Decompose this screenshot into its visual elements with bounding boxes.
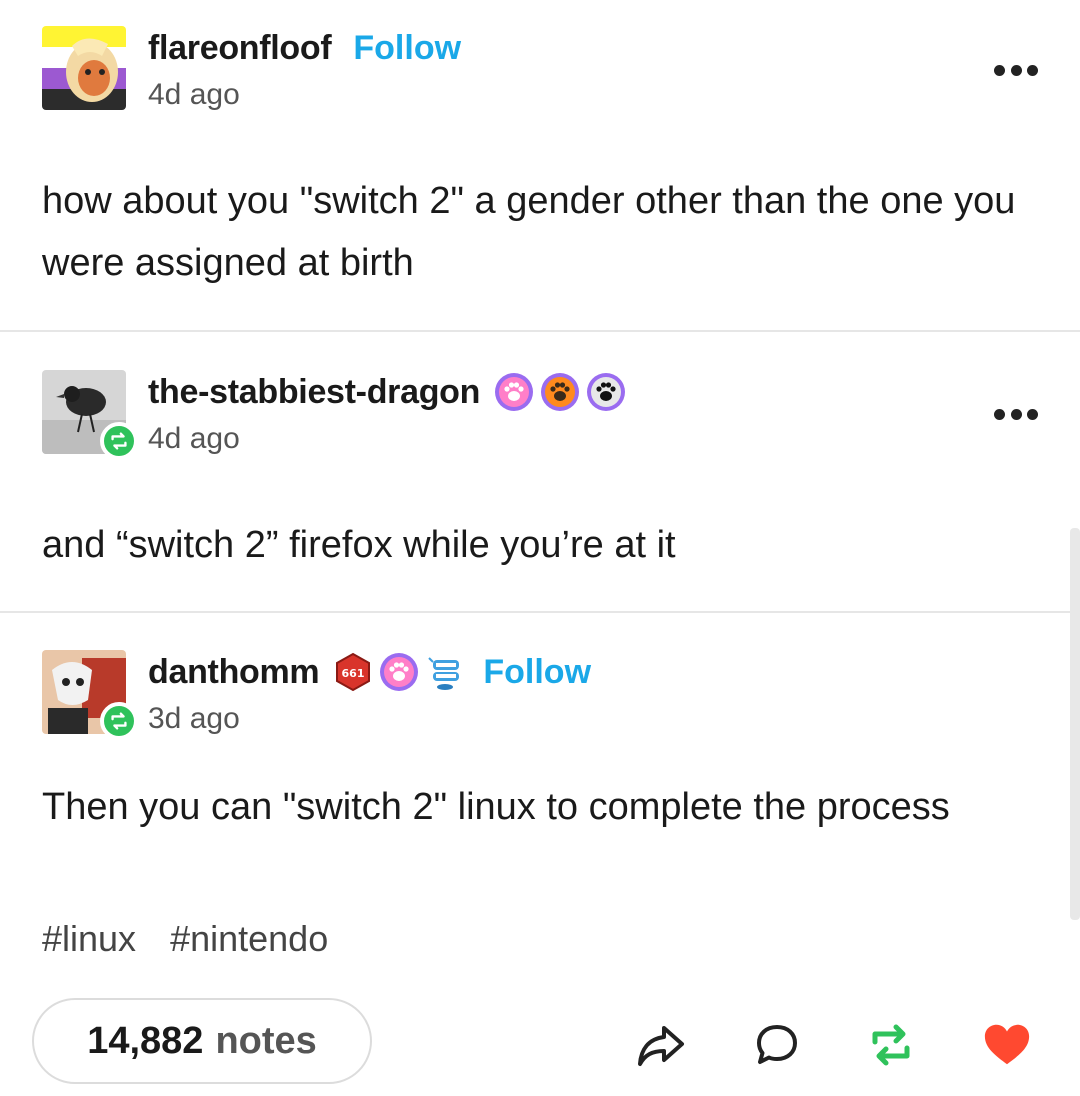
tag-nintendo[interactable]: #nintendo — [170, 918, 328, 960]
timestamp: 4d ago — [148, 78, 240, 111]
badges — [488, 372, 626, 412]
black-paw-badge-icon[interactable] — [586, 372, 626, 412]
pink-paw-badge-icon[interactable] — [379, 652, 419, 692]
more-options-icon[interactable] — [994, 64, 1038, 76]
follow-button[interactable]: Follow — [353, 29, 461, 68]
post-header: danthomm 661 Follow — [148, 650, 591, 694]
notes-count: 14,882 — [87, 1019, 204, 1062]
timestamp: 3d ago — [148, 702, 240, 735]
pink-paw-badge-icon[interactable] — [494, 372, 534, 412]
more-options-icon[interactable] — [994, 408, 1038, 420]
red-hexagon-badge-icon[interactable]: 661 — [333, 652, 373, 692]
post-text: and “switch 2” firefox while you’re at i… — [42, 524, 676, 566]
chattering-teeth-badge-icon[interactable] — [425, 652, 465, 692]
tag-linux[interactable]: #linux — [42, 918, 136, 960]
reblog-badge-icon — [100, 702, 138, 740]
notes-button[interactable]: 14,882 notes — [32, 998, 372, 1084]
badge-number: 661 — [342, 667, 365, 680]
timestamp: 4d ago — [148, 422, 240, 455]
post-text: how about you "switch 2" a gender other … — [42, 180, 1016, 284]
like-heart-icon[interactable] — [982, 1020, 1032, 1070]
scrollbar[interactable] — [1070, 528, 1080, 920]
avatar[interactable] — [42, 26, 126, 110]
reply-icon[interactable] — [752, 1020, 802, 1070]
post-danthomm: danthomm 661 Follow 3d ago Then you can … — [0, 612, 1080, 1096]
notes-label: notes — [215, 1019, 317, 1062]
post-header: flareonfloof Follow — [148, 26, 461, 70]
username[interactable]: flareonfloof — [148, 29, 332, 68]
username[interactable]: the-stabbiest-dragon — [148, 373, 480, 412]
tags: #linux #nintendo — [42, 918, 362, 960]
badges: 661 — [327, 652, 465, 692]
post-the-stabbiest-dragon: the-stabbiest-dragon 4d ago and “switch … — [0, 332, 1080, 612]
orange-paw-badge-icon[interactable] — [540, 372, 580, 412]
post-text: Then you can "switch 2" linux to complet… — [42, 786, 950, 828]
share-icon[interactable] — [636, 1020, 686, 1070]
username[interactable]: danthomm — [148, 653, 320, 692]
reblog-icon[interactable] — [866, 1020, 916, 1070]
reblog-badge-icon — [100, 422, 138, 460]
post-header: the-stabbiest-dragon — [148, 370, 626, 414]
avatar-image — [42, 26, 126, 110]
post-flareonfloof: flareonfloof Follow 4d ago how about you… — [0, 0, 1080, 332]
follow-button[interactable]: Follow — [483, 653, 591, 692]
